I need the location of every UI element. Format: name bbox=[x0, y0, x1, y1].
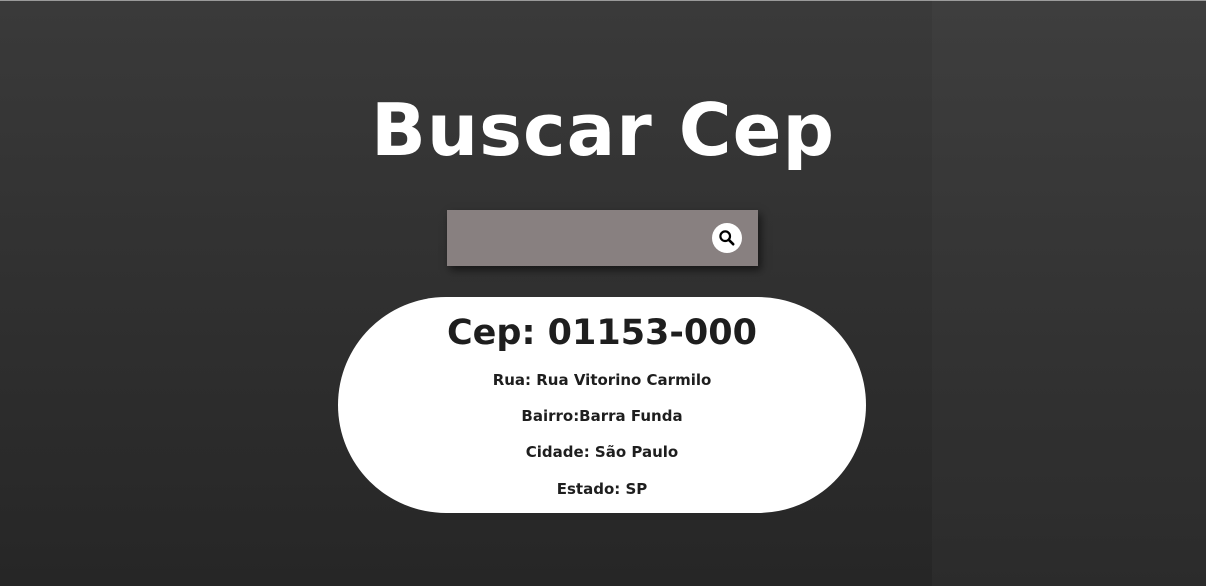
estado-line: Estado: SP bbox=[556, 480, 648, 498]
result-card: Cep: 01153-000 Rua: Rua Vitorino Carmilo… bbox=[338, 297, 866, 513]
search-icon bbox=[719, 230, 735, 246]
cidade-line: Cidade: São Paulo bbox=[525, 443, 679, 461]
cep-heading: Cep: 01153-000 bbox=[446, 313, 757, 353]
page-title: Buscar Cep bbox=[370, 88, 836, 172]
cep-search-input[interactable] bbox=[447, 210, 702, 266]
rua-line: Rua: Rua Vitorino Carmilo bbox=[492, 371, 712, 389]
search-button[interactable] bbox=[712, 223, 742, 253]
bairro-line: Bairro:Barra Funda bbox=[521, 407, 683, 425]
search-box bbox=[447, 210, 758, 266]
